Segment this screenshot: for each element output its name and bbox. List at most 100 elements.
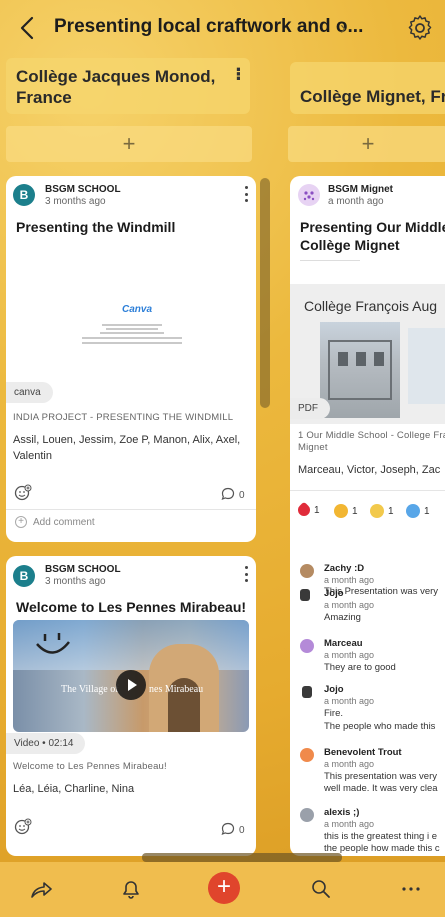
add-reaction-icon[interactable] — [14, 818, 32, 836]
post-caption-line2: Mignet — [298, 442, 328, 453]
post-time: a month ago — [328, 196, 384, 207]
post-card[interactable]: B BSGM SCHOOL 3 months ago Presenting th… — [6, 176, 256, 542]
post-body: Marceau, Victor, Joseph, Zac — [298, 464, 441, 476]
back-chevron-icon[interactable] — [16, 14, 40, 42]
avatar: B — [13, 565, 35, 587]
post-time: 3 months ago — [45, 196, 106, 207]
post-body: Léa, Léia, Charline, Nina — [13, 783, 135, 795]
reaction-chip[interactable]: 1 — [295, 501, 320, 519]
commenter-name[interactable]: Jojo — [324, 588, 344, 599]
pdf-map — [408, 328, 445, 404]
title-underline — [300, 260, 360, 261]
post-title[interactable]: Presenting Our Middle S — [300, 218, 445, 236]
comment-text: this is the greatest thing i e — [324, 831, 438, 842]
column-title[interactable]: Collège Jacques Monod, France — [16, 66, 216, 108]
comment-bubble-icon — [221, 822, 235, 839]
attachment-tag: Video • 02:14 — [6, 733, 86, 754]
play-icon[interactable] — [116, 670, 146, 700]
comment-time: a month ago — [324, 696, 375, 706]
commenter-avatar — [300, 589, 310, 601]
commenter-name[interactable]: Zachy :D — [324, 563, 364, 574]
commenter-name[interactable]: alexis ;) — [324, 807, 359, 818]
post-author[interactable]: BSGM SCHOOL — [45, 564, 121, 575]
comment-time: a month ago — [324, 759, 375, 769]
comment-text-line2: the people how made this c — [324, 843, 440, 854]
post-caption: INDIA PROJECT - PRESENTING THE WINDMILL — [13, 412, 234, 423]
column-title[interactable]: Collège Mignet, Fra — [300, 86, 445, 107]
post-title[interactable]: Welcome to Les Pennes Mirabeau! — [16, 598, 246, 616]
pdf-heading: Collège François Aug — [304, 298, 438, 314]
thinking-face-icon — [370, 504, 384, 518]
commenter-name[interactable]: Benevolent Trout — [324, 747, 402, 758]
smiley-doodle-icon — [33, 630, 73, 669]
comment-time: a month ago — [324, 600, 375, 610]
post-body: Assil, Louen, Jessim, Zoe P, Manon, Alix… — [13, 434, 241, 462]
reaction-chip[interactable]: 1 — [334, 504, 358, 518]
divider — [6, 509, 256, 510]
canva-preview[interactable]: Canva — [6, 248, 256, 378]
add-post-fab[interactable]: + — [208, 872, 240, 904]
post-caption: Welcome to Les Pennes Mirabeau! — [13, 761, 167, 772]
commenter-name[interactable]: Marceau — [324, 638, 363, 649]
pdf-photo — [320, 322, 400, 418]
post-author[interactable]: BSGM Mignet — [328, 184, 393, 195]
attachment-tag: PDF — [290, 398, 330, 419]
search-icon[interactable] — [308, 876, 334, 902]
board-scrollbar[interactable] — [142, 853, 342, 862]
comment-text: Fire. — [324, 708, 343, 719]
canva-logo: Canva — [122, 304, 153, 315]
comment-count-value: 0 — [239, 825, 245, 836]
attachment-tag: canva — [6, 382, 53, 403]
post-menu-icon[interactable] — [243, 566, 249, 582]
post-title-line2[interactable]: Collège Mignet — [300, 236, 400, 254]
commenter-avatar — [300, 748, 314, 762]
title-chevron-icon[interactable]: › — [340, 18, 346, 39]
cold-face-icon — [406, 504, 420, 518]
commenter-name[interactable]: Jojo — [324, 684, 344, 695]
top-bar: Presenting local craftwork and o... › — [0, 0, 445, 56]
commenter-avatar — [300, 639, 314, 653]
add-reaction-icon[interactable] — [14, 484, 32, 502]
post-card[interactable]: B BSGM SCHOOL 3 months ago Welcome to Le… — [6, 556, 256, 856]
avatar — [298, 184, 320, 206]
column-menu-icon[interactable]: ⁝ — [235, 64, 242, 85]
bell-icon[interactable] — [118, 876, 144, 902]
comment-text: This presentation was very — [324, 771, 437, 782]
thumb-text-right: nes Mirabeau — [149, 684, 204, 695]
board-title[interactable]: Presenting local craftwork and o... — [54, 16, 363, 38]
post-title[interactable]: Presenting the Windmill — [16, 218, 175, 236]
commenter-avatar — [300, 564, 314, 578]
comment-count[interactable]: 0 — [221, 822, 245, 839]
add-post-button[interactable]: + — [6, 126, 252, 162]
comment-count[interactable]: 0 — [221, 487, 245, 504]
column-scrollbar[interactable] — [260, 178, 270, 408]
post-author[interactable]: BSGM SCHOOL — [45, 184, 121, 195]
post-time: 3 months ago — [45, 576, 106, 587]
post-menu-icon[interactable] — [243, 186, 249, 202]
divider — [290, 490, 445, 491]
reaction-chip[interactable]: 1 — [406, 504, 430, 518]
add-post-button[interactable]: + — [288, 126, 445, 162]
column-header-1: Collège Jacques Monod, France ⁝ — [6, 58, 250, 114]
add-comment-button[interactable]: + Add comment — [15, 516, 95, 528]
video-thumbnail[interactable]: The Village of nes Mirabeau — [13, 620, 249, 732]
post-caption: 1 Our Middle School - College Fra — [298, 430, 445, 441]
share-icon[interactable] — [28, 876, 54, 902]
shocked-face-icon — [334, 504, 348, 518]
preview-text-lines — [82, 322, 182, 346]
commenter-avatar — [300, 808, 314, 822]
post-card[interactable]: BSGM Mignet a month ago Presenting Our M… — [290, 176, 445, 856]
comment-text: Amazing — [324, 612, 361, 623]
pdf-preview[interactable]: Collège François Aug PDF — [290, 284, 445, 424]
comment-time: a month ago — [324, 650, 375, 660]
comment-time: a month ago — [324, 575, 375, 585]
commenter-avatar — [302, 686, 312, 698]
add-comment-label: Add comment — [33, 516, 95, 528]
comment-count-value: 0 — [239, 490, 245, 501]
gear-icon[interactable] — [406, 14, 434, 42]
more-icon[interactable] — [398, 876, 424, 902]
reaction-chip[interactable]: 1 — [370, 504, 394, 518]
comment-time: a month ago — [324, 819, 375, 829]
thumb-text-left: The Village of — [61, 684, 119, 695]
plus-circle-icon: + — [15, 516, 27, 528]
